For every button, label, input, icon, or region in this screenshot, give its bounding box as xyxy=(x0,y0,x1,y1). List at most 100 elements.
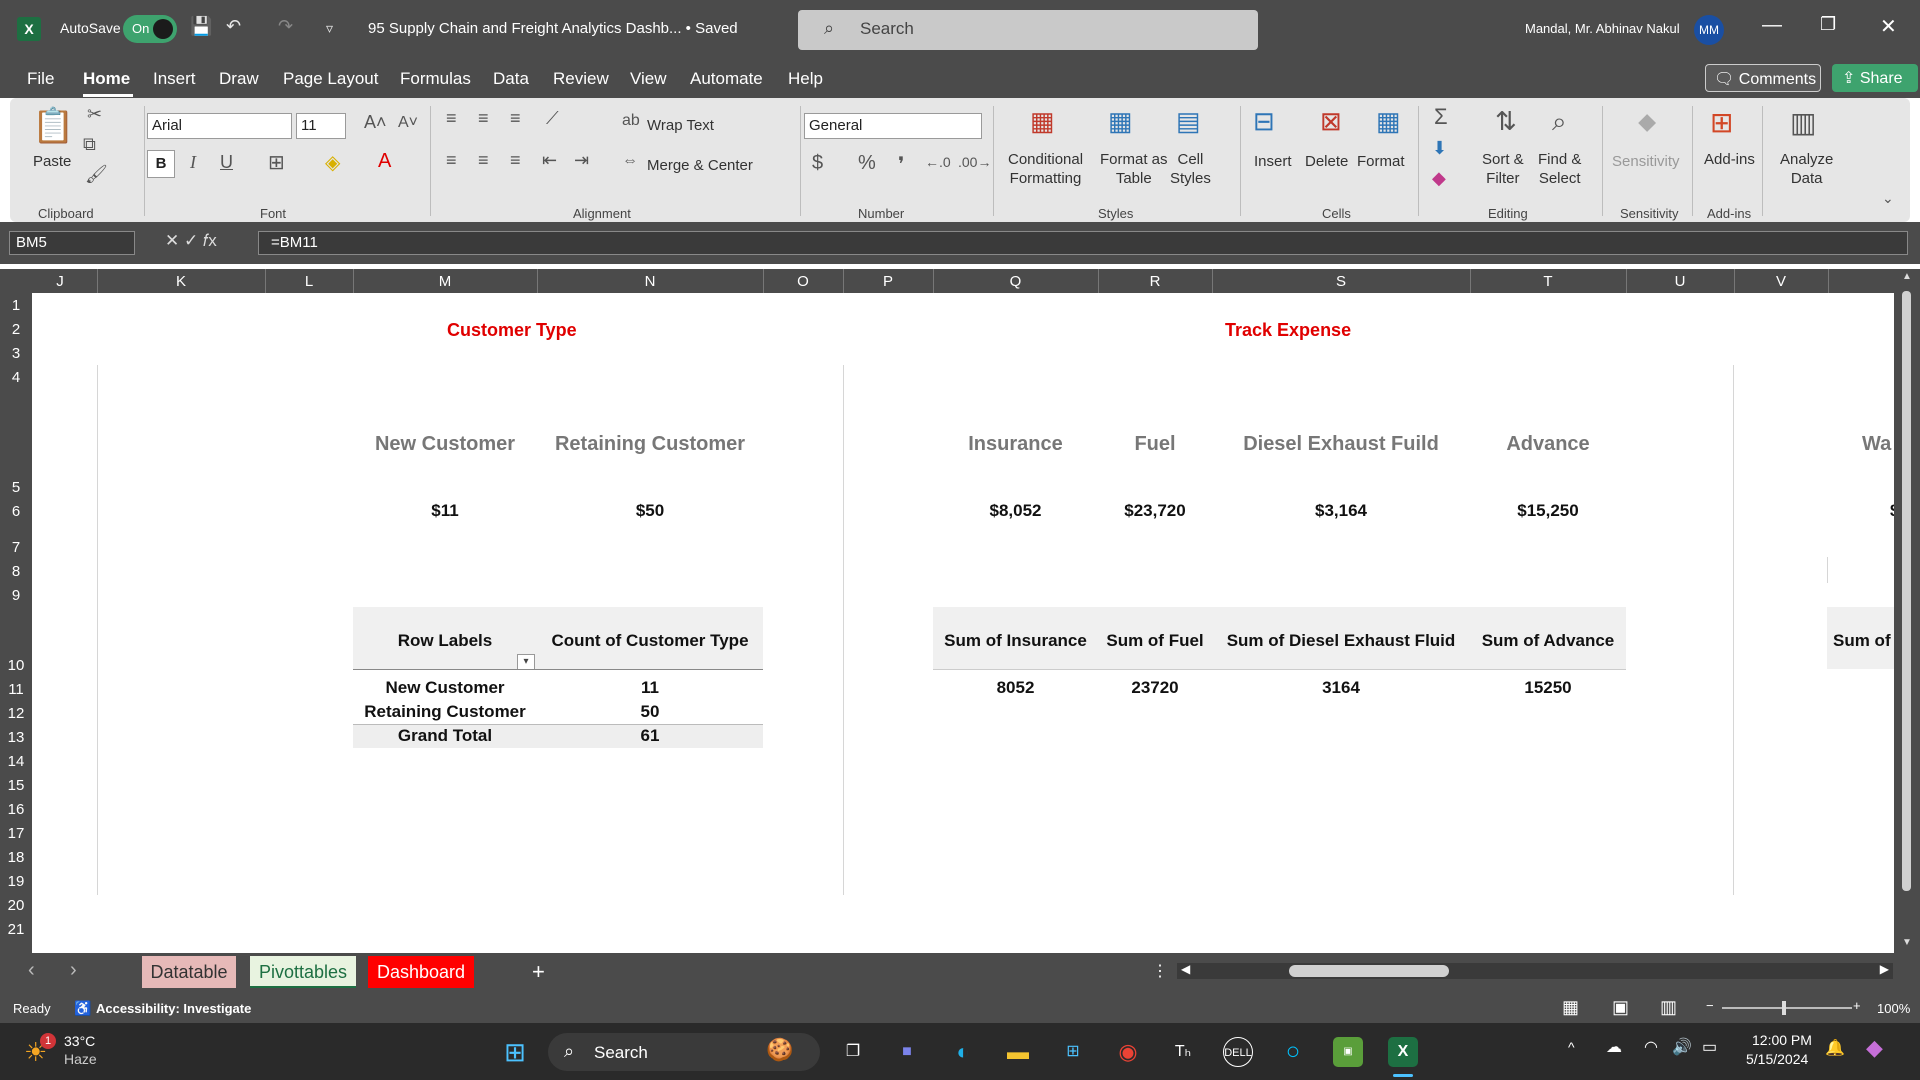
col-k[interactable]: K xyxy=(97,273,265,290)
avatar[interactable]: MM xyxy=(1694,15,1724,45)
ribbon-collapse-icon[interactable]: ⌄ xyxy=(1882,190,1894,207)
scroll-left-icon[interactable]: ◀ xyxy=(1181,962,1190,976)
customize-qat-icon[interactable]: ▿ xyxy=(326,20,333,37)
align-left-icon[interactable]: ≡ xyxy=(446,150,457,171)
pivot2-fuel-value[interactable]: 23720 xyxy=(1098,678,1212,698)
paste-button[interactable]: Paste xyxy=(33,152,71,171)
pivot2-advance-value[interactable]: 15250 xyxy=(1470,678,1626,698)
zoom-out-icon[interactable]: − xyxy=(1706,998,1714,1013)
onedrive-icon[interactable]: ☁ xyxy=(1606,1037,1622,1057)
pivot1-row-value[interactable]: 50 xyxy=(537,702,763,722)
wrap-text-button[interactable]: Wrap Text xyxy=(647,116,714,135)
pivot1-row-value[interactable]: 11 xyxy=(537,678,763,698)
pivot2-diesel-value[interactable]: 3164 xyxy=(1212,678,1470,698)
row-8[interactable]: 8 xyxy=(0,563,32,580)
row-9[interactable]: 9 xyxy=(0,587,32,604)
user-name[interactable]: Mandal, Mr. Abhinav Nakul xyxy=(1525,21,1680,36)
accessibility-status[interactable]: Accessibility: Investigate xyxy=(96,1001,251,1016)
edge-icon[interactable]: ◐ xyxy=(948,1037,978,1067)
add-sheet-icon[interactable]: + xyxy=(532,959,545,985)
delete-cells-button[interactable]: Delete xyxy=(1305,152,1348,171)
fx-icon[interactable]: ✕ ✓ 𝑓x xyxy=(165,231,217,251)
menu-help[interactable]: Help xyxy=(788,69,823,89)
volume-icon[interactable]: 🔊 xyxy=(1672,1037,1692,1057)
next-sheet-icon[interactable]: › xyxy=(70,959,77,982)
decrease-decimal-icon[interactable]: .00→ xyxy=(958,154,991,170)
scroll-right-icon[interactable]: ▶ xyxy=(1880,962,1889,976)
pivot2-insurance-value[interactable]: 8052 xyxy=(933,678,1098,698)
underline-icon[interactable]: U xyxy=(220,152,233,173)
bold-button[interactable]: B xyxy=(147,150,175,178)
number-format-select[interactable]: General xyxy=(804,113,982,139)
cut-icon[interactable]: ✂ xyxy=(87,104,102,125)
row-21[interactable]: 21 xyxy=(0,921,32,938)
menu-insert[interactable]: Insert xyxy=(153,69,196,89)
tab-datatable[interactable]: Datatable xyxy=(142,956,236,988)
align-right-icon[interactable]: ≡ xyxy=(510,150,521,171)
excel-taskbar-icon[interactable]: X xyxy=(1388,1037,1418,1067)
row-6[interactable]: 6 xyxy=(0,503,32,520)
row-11[interactable]: 11 xyxy=(0,681,32,698)
search-box[interactable]: ⌕ Search xyxy=(798,10,1258,50)
col-v[interactable]: V xyxy=(1734,273,1828,290)
pivot3-cut-header[interactable]: Sum of xyxy=(1833,631,1894,651)
decrease-indent-icon[interactable]: ⇤ xyxy=(542,150,557,171)
currency-icon[interactable]: $ xyxy=(812,152,823,175)
orientation-icon[interactable]: ⟋ xyxy=(546,108,559,129)
close-icon[interactable]: ✕ xyxy=(1880,14,1897,39)
pivot1-row-labels-header[interactable]: Row Labels xyxy=(353,631,537,651)
menu-draw[interactable]: Draw xyxy=(219,69,259,89)
col-l[interactable]: L xyxy=(265,273,353,290)
pivot1-count-header[interactable]: Count of Customer Type xyxy=(537,631,763,651)
tab-pivottables[interactable]: Pivottables xyxy=(250,956,356,988)
col-j[interactable]: J xyxy=(44,273,76,290)
teams-icon[interactable]: ■ xyxy=(892,1037,922,1067)
save-icon[interactable]: 💾 xyxy=(190,16,212,37)
merge-center-button[interactable]: Merge & Center xyxy=(647,156,753,175)
pivot1-total-value[interactable]: 61 xyxy=(537,726,763,746)
increase-decimal-icon[interactable]: ←.0 xyxy=(925,154,951,170)
pivot2-insurance-header[interactable]: Sum of Insurance xyxy=(933,631,1098,651)
align-middle-icon[interactable]: ≡ xyxy=(478,108,489,129)
cell-styles-button[interactable]: Cell Styles xyxy=(1170,150,1211,188)
horizontal-scroll-thumb[interactable] xyxy=(1289,965,1449,977)
increase-indent-icon[interactable]: ⇥ xyxy=(574,150,589,171)
fill-icon[interactable]: ⬇ xyxy=(1432,138,1447,159)
row-19[interactable]: 19 xyxy=(0,873,32,890)
row-13[interactable]: 13 xyxy=(0,729,32,746)
row-20[interactable]: 20 xyxy=(0,897,32,914)
minimize-icon[interactable]: — xyxy=(1762,14,1782,37)
chrome-icon[interactable]: ◉ xyxy=(1113,1037,1143,1067)
analyze-data-button[interactable]: Analyze Data xyxy=(1780,150,1833,188)
pivot2-fuel-header[interactable]: Sum of Fuel xyxy=(1098,631,1212,651)
formula-input[interactable]: =BM11 xyxy=(258,231,1908,255)
zoom-in-icon[interactable]: + xyxy=(1853,998,1861,1013)
more-options-icon[interactable]: ⋮ xyxy=(1152,961,1168,981)
row-2[interactable]: 2 xyxy=(0,321,32,338)
tab-dashboard[interactable]: Dashboard xyxy=(368,956,474,988)
zoom-level[interactable]: 100% xyxy=(1877,1001,1910,1016)
copilot-icon[interactable]: ◆ xyxy=(1866,1035,1883,1061)
col-q[interactable]: Q xyxy=(933,273,1098,290)
page-break-icon[interactable]: ▥ xyxy=(1660,997,1677,1018)
format-cells-button[interactable]: Format xyxy=(1357,152,1405,171)
row-18[interactable]: 18 xyxy=(0,849,32,866)
restore-icon[interactable]: ❐ xyxy=(1820,14,1836,35)
row-3[interactable]: 3 xyxy=(0,345,32,362)
vertical-scroll-thumb[interactable] xyxy=(1902,291,1911,891)
font-name-select[interactable]: Arial xyxy=(147,113,292,139)
show-hidden-icons[interactable]: ^ xyxy=(1568,1039,1575,1055)
format-as-table-button[interactable]: Format as Table xyxy=(1100,150,1168,188)
font-size-select[interactable]: 11 xyxy=(296,113,346,139)
menu-formulas[interactable]: Formulas xyxy=(400,69,471,89)
filter-dropdown-icon[interactable]: ▾ xyxy=(517,654,535,670)
sort-filter-button[interactable]: Sort & Filter xyxy=(1482,150,1524,188)
borders-icon[interactable]: ⊞ xyxy=(268,150,285,175)
pivot1-total-label[interactable]: Grand Total xyxy=(353,726,537,746)
menu-automate[interactable]: Automate xyxy=(690,69,763,89)
row-7[interactable]: 7 xyxy=(0,539,32,556)
row-10[interactable]: 10 xyxy=(0,657,32,674)
row-16[interactable]: 16 xyxy=(0,801,32,818)
battery-icon[interactable]: ▭ xyxy=(1702,1037,1717,1057)
document-title[interactable]: 95 Supply Chain and Freight Analytics Da… xyxy=(368,20,738,37)
